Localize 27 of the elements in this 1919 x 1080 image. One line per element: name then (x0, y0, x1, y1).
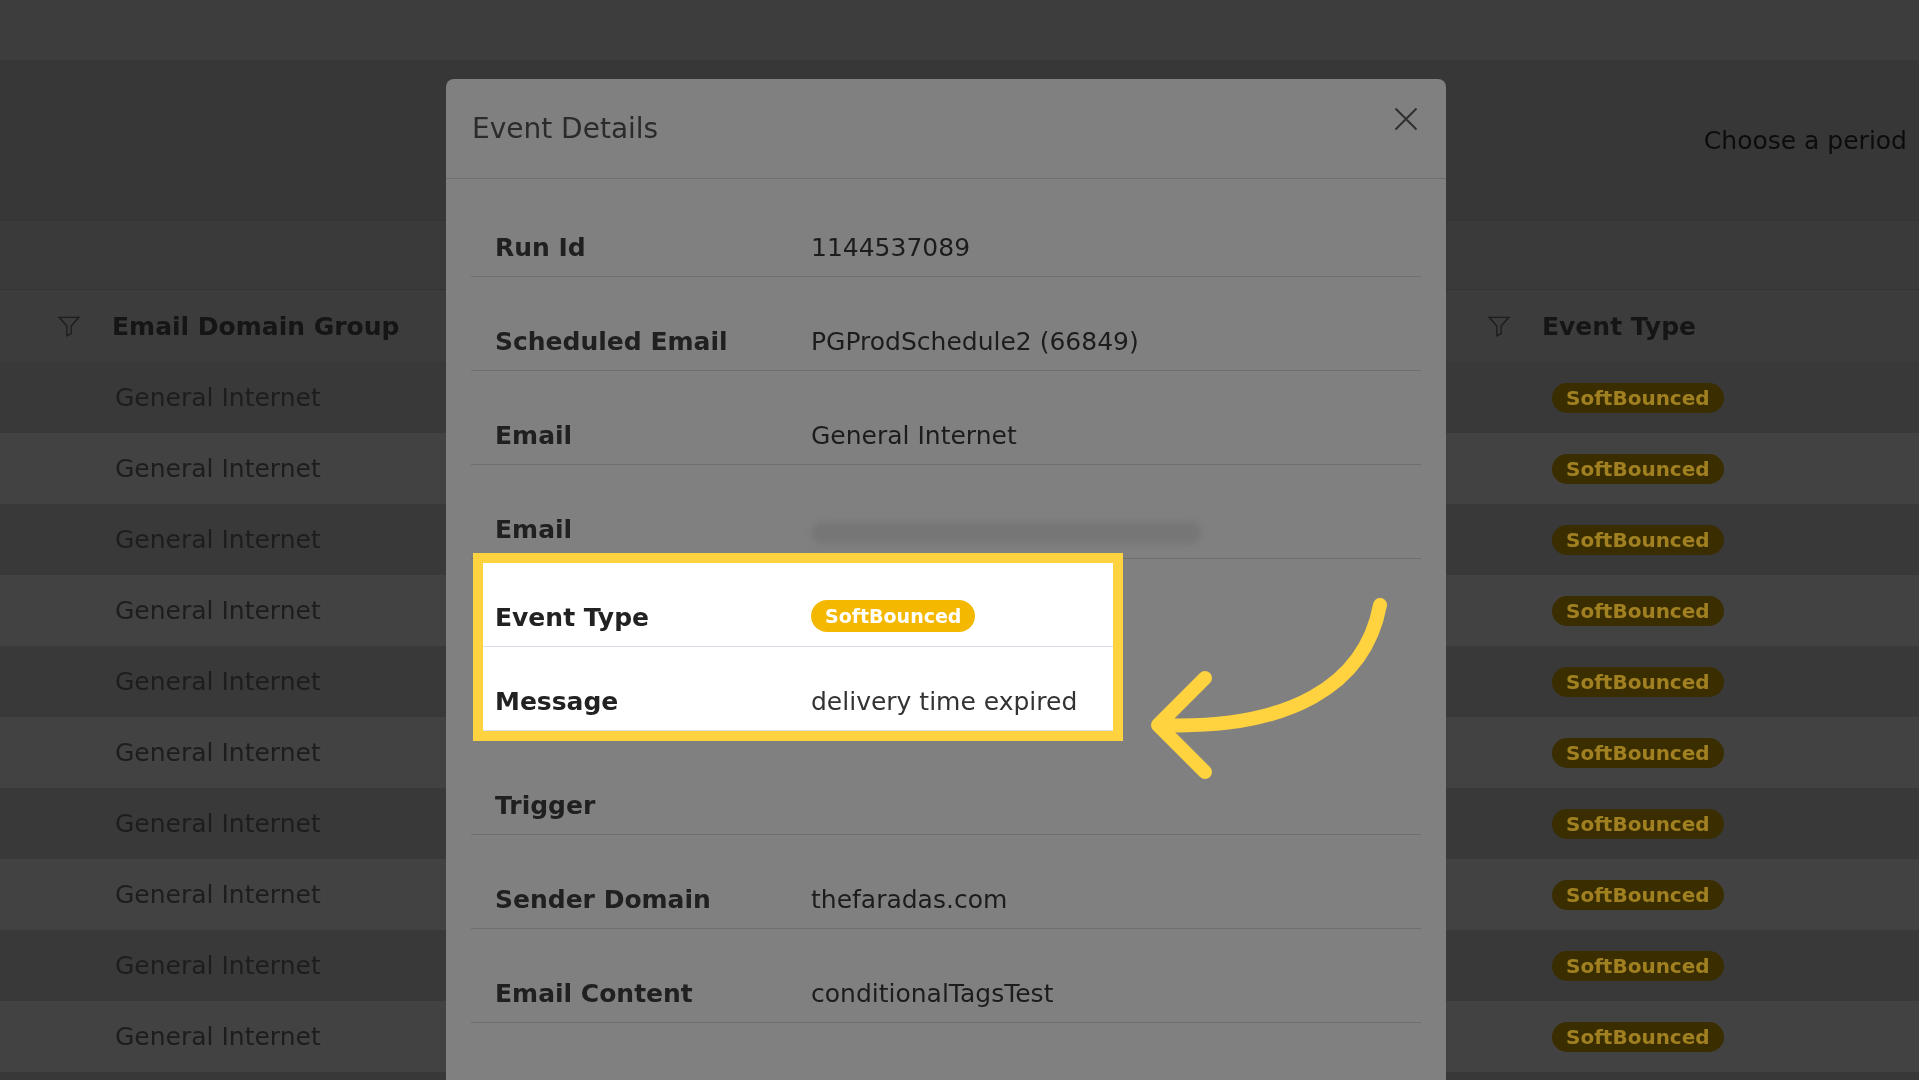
status-badge: SoftBounced (811, 600, 976, 632)
field-value: conditionalTagsTest (811, 979, 1054, 1008)
field-value: delivery time expired (811, 687, 1078, 716)
field-value: thefaradas.com (811, 885, 1008, 914)
dialog-title: Event Details (472, 112, 659, 145)
field-label: Run Id (495, 233, 587, 262)
field-value: PGProdSchedule2 (66849) (811, 327, 1139, 356)
field-label: Email Content (495, 979, 694, 1008)
field-label: Scheduled Email (495, 327, 729, 356)
field-label: Email (495, 421, 574, 450)
field-value: 1144537089 (811, 233, 971, 262)
field-label: Message (495, 687, 620, 716)
status-badge: SoftBounced (1552, 879, 1724, 910)
field-label: Sender Domain (495, 885, 712, 914)
field-value: General Internet (811, 421, 1017, 450)
status-badge: SoftBounced (1552, 382, 1724, 413)
status-badge: SoftBounced (1552, 950, 1724, 981)
status-badge: SoftBounced (1552, 808, 1724, 839)
status-badge: SoftBounced (1552, 453, 1724, 484)
status-badge: SoftBounced (1552, 595, 1724, 626)
field-label: Trigger (495, 791, 597, 820)
status-badge: SoftBounced (1552, 666, 1724, 697)
status-badge: SoftBounced (1552, 1021, 1724, 1052)
field-label: Event Type (495, 603, 651, 632)
status-badge: SoftBounced (1552, 524, 1724, 555)
status-badge: SoftBounced (1552, 737, 1724, 768)
field-label: Email (495, 515, 574, 544)
